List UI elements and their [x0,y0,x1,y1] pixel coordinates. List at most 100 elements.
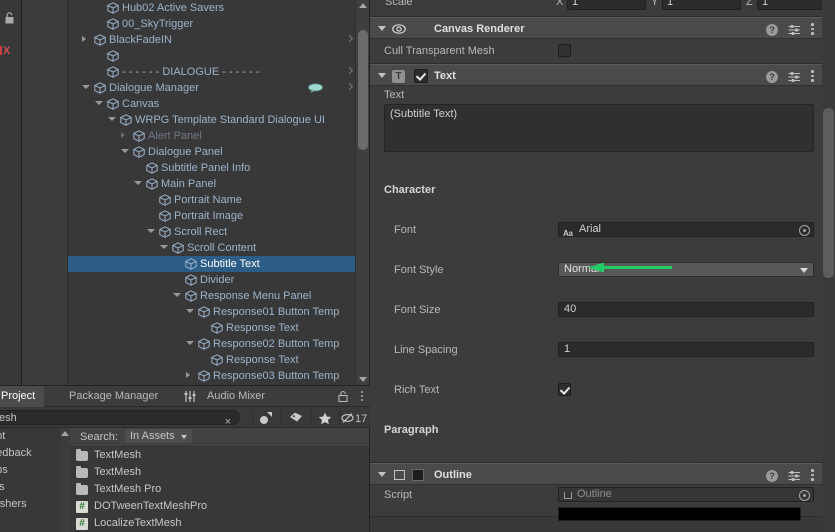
asset-list-item[interactable]: TextMesh [70,447,369,464]
tree-scroll-up-arrow[interactable] [61,431,69,436]
project-tree-scrollbar[interactable] [60,428,70,532]
more-options-icon[interactable] [811,70,814,84]
lock-icon[interactable] [4,12,15,24]
component-header-outline[interactable]: Outline ? [370,463,822,485]
tab-package-manager[interactable]: Package Manager [60,386,167,407]
hierarchy-item-dialogue[interactable]: - - - - - - DIALOGUE - - - - - - [68,64,355,80]
triangle-right-icon[interactable] [82,36,86,42]
asset-list-item[interactable]: TextMesh [70,464,369,481]
triangle-down-icon[interactable] [108,117,116,124]
font-size-input[interactable]: 40 [558,302,814,317]
search-input[interactable]: esh × [0,410,240,428]
hierarchy-scrollbar[interactable] [355,0,369,385]
hierarchy-item-dialogue-panel[interactable]: Dialogue Panel [68,144,355,160]
rich-text-checkbox[interactable] [558,383,571,396]
scale-x-field[interactable]: X 1 [556,0,646,10]
hierarchy-item-00-skytrigger[interactable]: 00_SkyTrigger [68,16,355,32]
object-picker-icon[interactable] [799,490,810,501]
help-icon[interactable]: ? [766,469,778,482]
tab-audio-mixer[interactable]: Audio Mixer [198,386,274,407]
scale-y-value[interactable]: 1 [662,0,741,10]
more-options-icon[interactable] [811,23,814,37]
triangle-down-icon[interactable] [147,229,155,236]
triangle-down-icon[interactable] [173,293,181,300]
asset-list-item[interactable]: # DOTweenTextMeshPro [70,498,369,515]
folder-tree-item[interactable]: ant [0,428,60,445]
more-options-icon[interactable] [811,469,814,483]
help-icon[interactable]: ? [766,70,778,83]
hidden-assets-filter[interactable]: 17 [339,409,370,426]
hierarchy-item-empty[interactable] [68,48,355,64]
component-header-text[interactable]: T Text ? [370,64,822,86]
hierarchy-item-dialogue-manager[interactable]: Dialogue Manager [68,80,355,96]
hierarchy-item-scroll-content[interactable]: Scroll Content [68,240,355,256]
hierarchy-item-hub02-active-savers[interactable]: Hub02 Active Savers [68,0,355,16]
panel-lock-icon[interactable] [338,391,348,402]
collapse-triangle-icon[interactable] [378,472,386,477]
collapse-triangle-icon[interactable] [378,73,386,78]
hierarchy-item-response-text[interactable]: Response Text [68,352,355,368]
hierarchy-item-response-menu-panel[interactable]: Response Menu Panel [68,288,355,304]
text-component-enabled-checkbox[interactable] [414,69,428,83]
clear-search-icon[interactable]: × [225,415,231,429]
hierarchy-item-response01-button-temp[interactable]: Response01 Button Temp [68,304,355,320]
object-picker-icon[interactable] [799,225,810,236]
cull-transparent-mesh-checkbox[interactable] [558,44,571,57]
hierarchy-item-response03-button-temp[interactable]: Response03 Button Temp [68,368,355,384]
hierarchy-item-alert-panel[interactable]: Alert Panel [68,128,355,144]
triangle-down-icon[interactable] [121,149,129,156]
triangle-down-icon[interactable] [160,245,168,252]
asset-list-item[interactable]: # LocalizeTextMesh [70,515,369,532]
chevron-right-icon[interactable] [345,34,354,43]
folder-tree-item[interactable]: rushers [0,496,60,513]
close-icon[interactable]: X [3,45,10,57]
triangle-down-icon[interactable] [186,341,194,348]
folder-tree-item[interactable]: eedback [0,445,60,462]
search-scope-dropdown[interactable]: In Assets [124,429,192,443]
hierarchy-item-wrpg-template-standard-dialogue-ui[interactable]: WRPG Template Standard Dialogue UI [68,112,355,128]
preset-icon[interactable] [788,71,801,83]
scrollbar-thumb[interactable] [358,30,368,150]
scale-y-field[interactable]: Y 1 [651,0,741,10]
asset-list-item[interactable]: TextMesh Pro [70,481,369,498]
panel-menu-icon[interactable] [361,391,363,403]
hierarchy-item-scroll-rect[interactable]: Scroll Rect [68,224,355,240]
chevron-right-icon[interactable] [345,82,354,91]
outline-enabled-checkbox[interactable] [412,469,424,481]
hierarchy-item-canvas[interactable]: Canvas [68,96,355,112]
scale-z-value[interactable]: 1 [757,0,826,10]
inspector-scrollbar[interactable] [822,0,835,532]
hierarchy-item-subtitle-text[interactable]: Subtitle Text [68,256,355,272]
folder-tree-item[interactable]: ots [0,479,60,496]
type-filter-icon[interactable] [252,409,280,426]
triangle-down-icon[interactable] [82,85,90,92]
line-spacing-input[interactable]: 1 [558,342,814,357]
scroll-down-arrow[interactable] [359,377,367,382]
scale-z-field[interactable]: Z 1 [746,0,826,10]
favorites-star-icon[interactable] [310,409,338,426]
project-folder-tree[interactable]: anteedbackabsotsrushers [0,428,60,532]
hierarchy-item-portrait-name[interactable]: Portrait Name [68,192,355,208]
chevron-right-icon[interactable] [345,66,354,75]
font-object-field[interactable]: Aa Arial [558,222,814,238]
scroll-up-arrow[interactable] [359,3,367,8]
collapse-triangle-icon[interactable] [378,26,386,31]
folder-tree-item[interactable]: abs [0,462,60,479]
triangle-right-icon[interactable] [186,372,190,378]
hierarchy-item-portrait-image[interactable]: Portrait Image [68,208,355,224]
scale-x-value[interactable]: 1 [567,0,646,10]
preset-icon[interactable] [788,470,801,482]
hierarchy-item-response-text[interactable]: Response Text [68,320,355,336]
hierarchy-item-divider[interactable]: Divider [68,272,355,288]
hierarchy-item-response02-button-temp[interactable]: Response02 Button Temp [68,336,355,352]
text-value-textarea[interactable]: (Subtitle Text) [384,104,814,152]
outline-color-swatch[interactable] [558,507,801,521]
tab-project[interactable]: Project [0,386,45,407]
help-icon[interactable]: ? [766,23,778,36]
hierarchy-item-subtitle-panel-info[interactable]: Subtitle Panel Info [68,160,355,176]
triangle-down-icon[interactable] [186,309,194,316]
component-header-canvas-renderer[interactable]: Canvas Renderer ? [370,17,822,39]
triangle-right-icon[interactable] [121,132,125,138]
triangle-down-icon[interactable] [95,101,103,108]
hierarchy-item-main-panel[interactable]: Main Panel [68,176,355,192]
